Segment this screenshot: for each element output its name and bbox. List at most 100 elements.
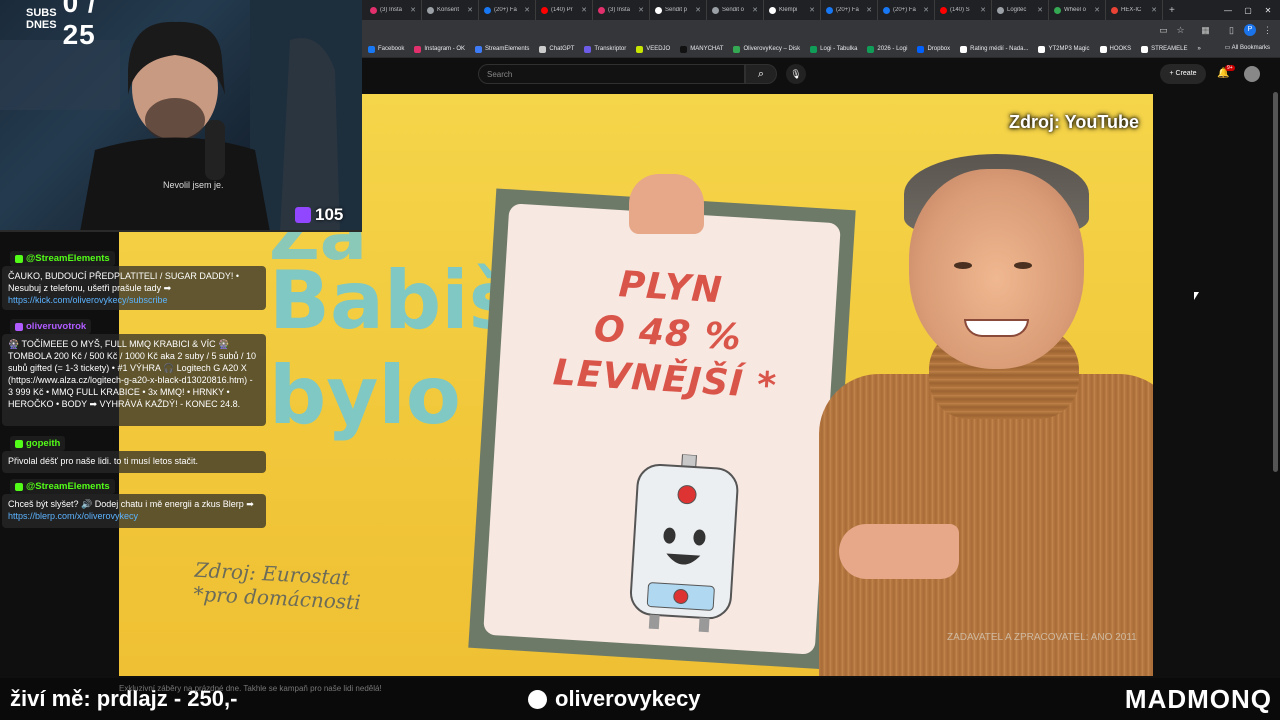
browser-tab[interactable]: (140) Pr ✕ <box>536 0 593 20</box>
bookmark-item[interactable]: VEEDJO <box>636 45 671 53</box>
browser-tab[interactable]: (3) Insta ✕ <box>593 0 650 20</box>
bookmark-item[interactable]: MANYCHAT <box>680 45 723 53</box>
tab-close-icon[interactable]: ✕ <box>695 6 701 14</box>
tab-label: Klempi <box>779 7 798 13</box>
video-description-ticker: Exkluzivní záběry na prázdné dne. Takhle… <box>119 684 382 693</box>
tab-close-icon[interactable]: ✕ <box>980 6 986 14</box>
bookmark-item[interactable]: HOOKS <box>1099 45 1131 53</box>
webcam-overlay: SUBS DNES 0 / 25 Nevolil jsem je. 105 <box>0 0 362 232</box>
create-button[interactable]: + Create <box>1160 64 1206 84</box>
chat-message-link[interactable]: https://blerp.com/x/oliverovykecy <box>8 511 138 521</box>
bookmark-favicon-icon <box>960 45 968 53</box>
bookmark-label: OliverovyKecy – Disk <box>743 46 801 52</box>
subs-count: 0 / 25 <box>62 0 97 50</box>
tab-close-icon[interactable]: ✕ <box>1037 6 1043 14</box>
chat-message-link[interactable]: https://kick.com/oliverovykecy/subscribe <box>8 295 168 305</box>
bookmark-item[interactable]: Logi - Tabulka <box>810 45 857 53</box>
chat-username[interactable]: oliveruvotrok <box>10 319 92 334</box>
subs-label: SUBS DNES <box>26 7 57 31</box>
chat-username[interactable]: gopeith <box>10 436 66 451</box>
chat-badge-icon <box>15 482 23 491</box>
tab-label: Konsent <box>437 7 460 13</box>
new-tab-button[interactable]: + <box>1163 5 1181 16</box>
browser-tab[interactable]: (140) Š ✕ <box>935 0 992 20</box>
browser-tab[interactable]: Wheel o ✕ <box>1049 0 1106 20</box>
chat-username[interactable]: @StreamElements <box>10 251 115 266</box>
tab-close-icon[interactable]: ✕ <box>410 6 416 14</box>
subs-counter: SUBS DNES 0 / 25 <box>0 0 130 50</box>
bookmark-label: 2026 - Logi <box>877 46 908 52</box>
tab-favicon-icon <box>427 6 434 14</box>
search-input[interactable]: Search <box>478 64 745 84</box>
bookmark-item[interactable]: STREAMELE <box>1141 45 1188 53</box>
bookmark-item[interactable]: StreamElements <box>475 45 529 53</box>
bookmark-item[interactable]: ChatGPT <box>539 45 574 53</box>
tab-close-icon[interactable]: ✕ <box>524 6 530 14</box>
bookmark-item[interactable]: Facebook <box>368 45 404 53</box>
tab-close-icon[interactable]: ✕ <box>809 6 815 14</box>
tab-close-icon[interactable]: ✕ <box>1094 6 1100 14</box>
bookmark-item[interactable]: OliverovyKecy – Disk <box>733 45 801 53</box>
browser-tab[interactable]: (20+) Fa ✕ <box>479 0 536 20</box>
browser-tab[interactable]: (20+) Fa ✕ <box>821 0 878 20</box>
tab-close-icon[interactable]: ✕ <box>866 6 872 14</box>
chat-badge-icon <box>15 322 23 331</box>
browser-tab[interactable]: (20+) Fa ✕ <box>878 0 935 20</box>
bookmark-label: Instagram - OK <box>424 46 466 52</box>
browser-tab[interactable]: Klempi ✕ <box>764 0 821 20</box>
browser-tab[interactable]: Sendit p ✕ <box>650 0 707 20</box>
tab-close-icon[interactable]: ✕ <box>638 6 644 14</box>
browser-profile-avatar[interactable]: P <box>1244 24 1256 36</box>
bookmark-item[interactable]: 2026 - Logi <box>867 45 908 53</box>
eurostat-source-note: Zdroj: Eurostat *pro domácnosti <box>193 558 363 615</box>
tab-close-icon[interactable]: ✕ <box>1151 6 1157 14</box>
subs-label-line-2: DNES <box>26 19 57 31</box>
bookmark-item[interactable]: Dropbox <box>917 45 950 53</box>
chat-message-text: 🎡 TOČÍMEEE O MYŠ, FULL MMQ KRABICI & VÍC… <box>8 339 256 409</box>
browser-tab[interactable]: Logitec ✕ <box>992 0 1049 20</box>
extensions-icon[interactable]: ▦ <box>1200 25 1211 36</box>
sidepanel-icon[interactable]: ▯ <box>1226 25 1237 36</box>
tab-close-icon[interactable]: ✕ <box>923 6 929 14</box>
channel-name-label: oliverovykecy <box>555 686 701 711</box>
tab-favicon-icon <box>598 6 605 14</box>
all-bookmarks-button[interactable]: ▭ All Bookmarks <box>1225 44 1270 51</box>
tab-close-icon[interactable]: ✕ <box>581 6 587 14</box>
chat-message-text: Přivolal déšť pro naše lidi. to ti musí … <box>8 456 198 466</box>
bookmark-favicon-icon <box>584 45 592 53</box>
kebab-menu-icon[interactable]: ⋮ <box>1262 25 1273 36</box>
page-scrollbar[interactable] <box>1273 92 1278 472</box>
bookmarks-overflow-button[interactable]: » <box>1198 46 1201 52</box>
tab-favicon-icon <box>997 6 1004 14</box>
bookmark-favicon-icon <box>539 45 547 53</box>
maximize-icon[interactable]: ▢ <box>1238 0 1258 20</box>
star-icon[interactable]: ☆ <box>1175 25 1186 36</box>
browser-tab[interactable]: Sendit o ✕ <box>707 0 764 20</box>
tab-close-icon[interactable]: ✕ <box>752 6 758 14</box>
bookmark-item[interactable]: Instagram - OK <box>414 45 466 53</box>
browser-tab[interactable]: Konsent ✕ <box>422 0 479 20</box>
bookmark-label: VEEDJO <box>646 46 671 52</box>
tab-label: Sendit o <box>722 7 745 13</box>
chat-message-text: Chceš být slyšet? 🔊 Dodej chatu i mě ene… <box>8 499 254 509</box>
cast-icon[interactable]: ▭ <box>1158 25 1169 36</box>
browser-tab[interactable]: (3) Insta ✕ <box>365 0 422 20</box>
youtube-account-avatar[interactable] <box>1244 66 1260 82</box>
minimize-icon[interactable]: — <box>1218 0 1238 20</box>
bookmark-item[interactable]: YT2MP3 Magic <box>1038 45 1090 53</box>
browser-tab[interactable]: HEX-IC ✕ <box>1106 0 1163 20</box>
bookmark-label: Transkriptor <box>594 46 627 52</box>
close-window-icon[interactable]: ✕ <box>1258 0 1278 20</box>
tab-label: Logitec <box>1007 7 1027 13</box>
tab-label: Wheel o <box>1064 7 1087 13</box>
bookmark-favicon-icon <box>917 45 925 53</box>
search-button[interactable]: ⌕ <box>745 64 777 84</box>
bookmark-favicon-icon <box>867 45 875 53</box>
bookmark-favicon-icon <box>1099 45 1107 53</box>
chat-username[interactable]: @StreamElements <box>10 479 115 494</box>
voice-search-button[interactable]: 🎙 <box>786 64 806 84</box>
tab-close-icon[interactable]: ✕ <box>467 6 473 14</box>
bookmark-item[interactable]: Rating médií - Nada... <box>960 45 1028 53</box>
bookmark-item[interactable]: Transkriptor <box>584 45 627 53</box>
microphone-icon: 🎙 <box>790 69 802 79</box>
